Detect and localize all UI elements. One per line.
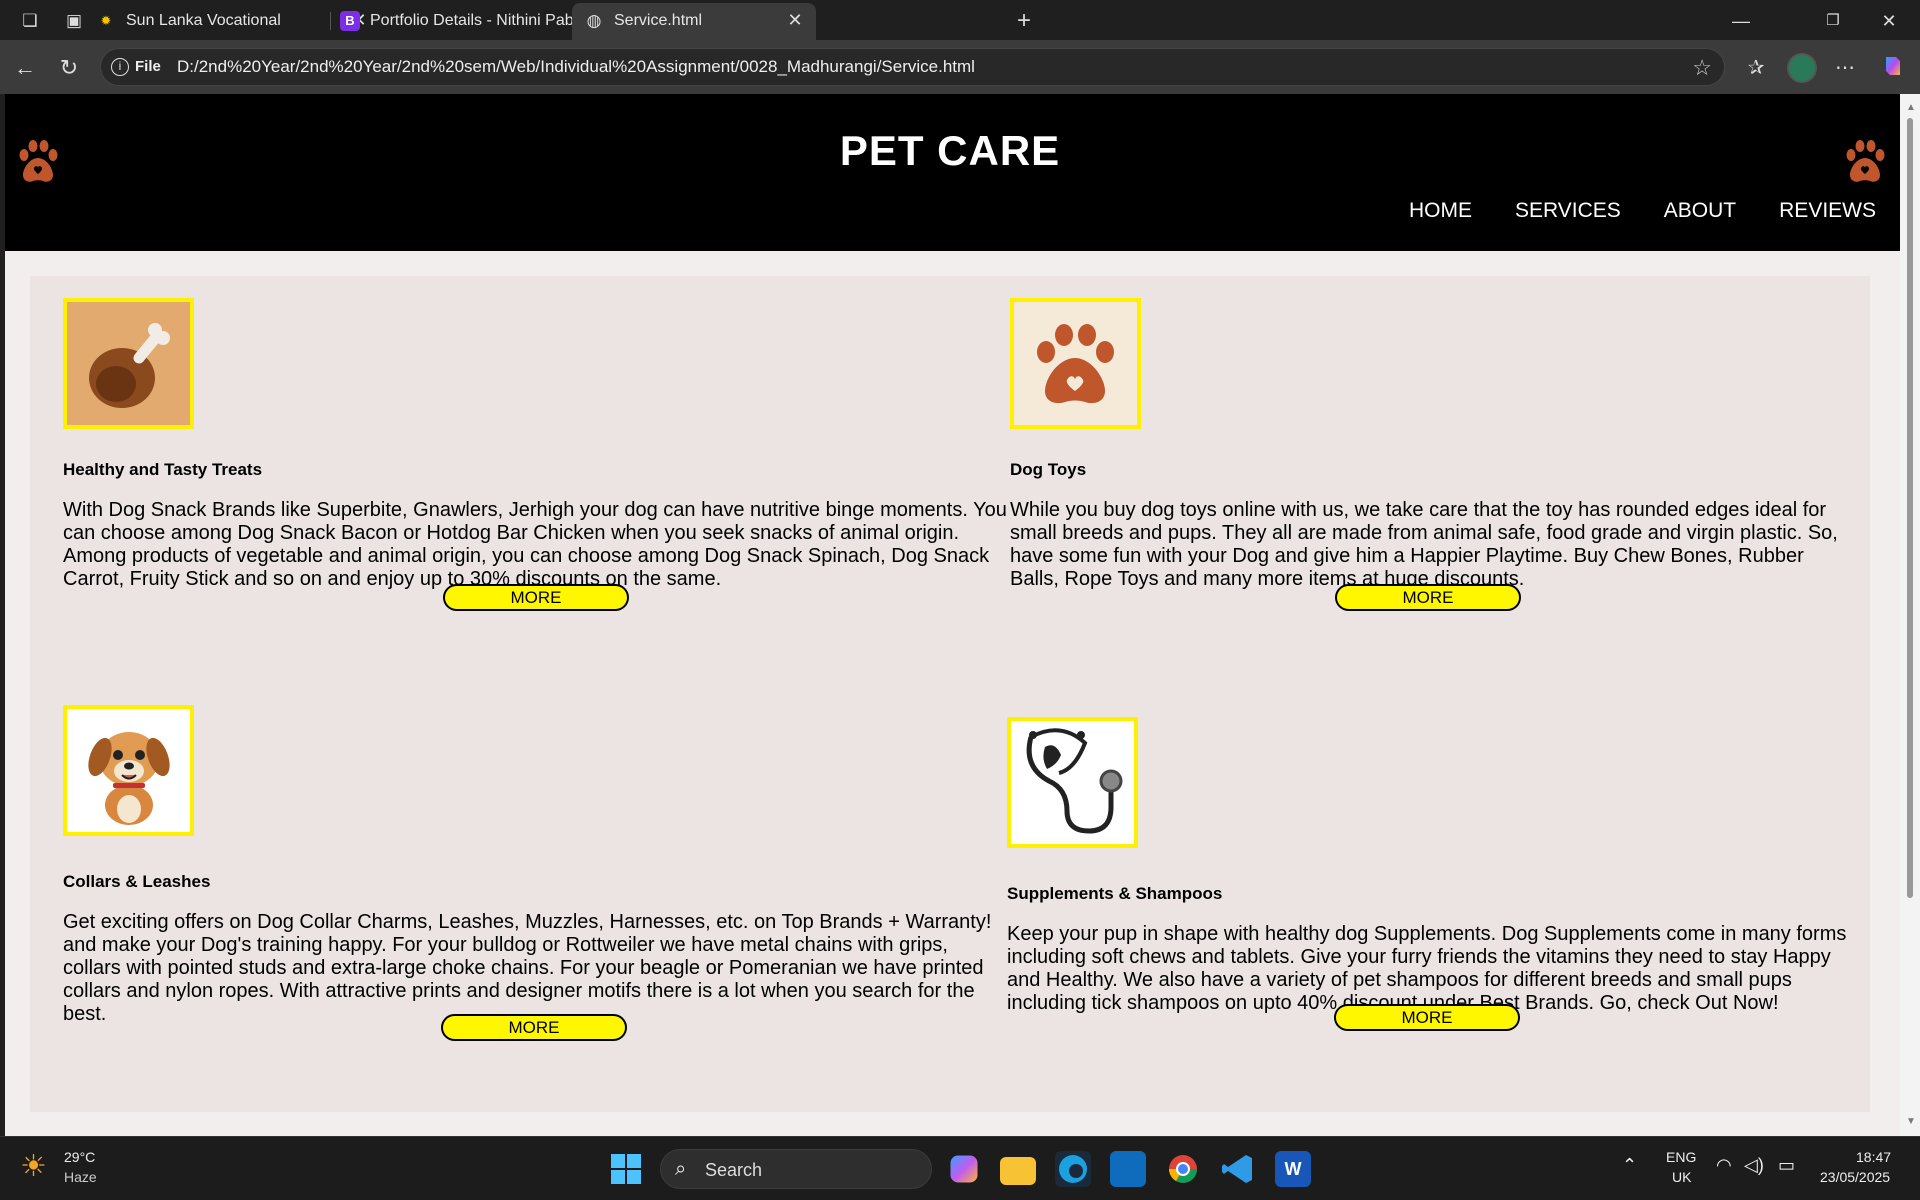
site-header: PET CARE HOME SERVICES ABOUT REVIEWS — [5, 94, 1900, 251]
puppy-icon — [63, 705, 194, 836]
service-card-collars: Collars & Leashes Get exciting offers on… — [63, 705, 1008, 1105]
refresh-icon[interactable]: ↻ — [54, 53, 84, 83]
address-bar[interactable]: i File D:/2nd%20Year/2nd%20Year/2nd%20se… — [100, 48, 1725, 86]
language-code[interactable]: ENG — [1666, 1149, 1696, 1165]
weather-temp[interactable]: 29°C — [64, 1149, 95, 1165]
more-button[interactable]: MORE — [1334, 1004, 1520, 1031]
battery-icon[interactable]: ▭ — [1778, 1155, 1795, 1176]
restore-icon[interactable]: ❐ — [1810, 4, 1856, 38]
edge-icon[interactable] — [1055, 1151, 1091, 1187]
more-button[interactable]: MORE — [443, 584, 629, 611]
nav-services[interactable]: SERVICES — [1515, 199, 1621, 223]
service-text: Get exciting offers on Dog Collar Charms… — [63, 911, 992, 1025]
page-title: PET CARE — [839, 127, 1061, 174]
paw-heart-icon — [1010, 298, 1141, 429]
paw-logo-icon — [1846, 140, 1885, 182]
scroll-down-icon[interactable]: ▼ — [1906, 1116, 1916, 1127]
nav-home[interactable]: HOME — [1409, 199, 1472, 223]
sun-icon: ✹ — [100, 13, 112, 28]
wifi-icon[interactable]: ◠ — [1716, 1155, 1732, 1176]
minimize-icon[interactable]: — — [1718, 4, 1764, 38]
nav-reviews[interactable]: REVIEWS — [1779, 199, 1876, 223]
chrome-icon[interactable] — [1165, 1151, 1201, 1187]
toolbar: ← ↻ i File D:/2nd%20Year/2nd%20Year/2nd%… — [0, 40, 1920, 94]
info-icon[interactable]: i — [111, 58, 129, 76]
chicken-leg-icon — [63, 298, 194, 429]
workspaces-icon[interactable]: ❏ — [17, 8, 43, 34]
close-tab-icon[interactable]: ✕ — [784, 10, 806, 31]
back-icon[interactable]: ← — [10, 53, 40, 83]
close-window-icon[interactable]: ✕ — [1866, 4, 1912, 38]
service-text: Keep your pup in shape with healthy dog … — [1007, 923, 1847, 1014]
avatar[interactable] — [1787, 53, 1817, 83]
more-button[interactable]: MORE — [441, 1014, 627, 1041]
tab-service[interactable]: ◍ Service.html ✕ — [572, 3, 816, 40]
copilot-app-icon[interactable] — [950, 1155, 978, 1183]
clock-date[interactable]: 23/05/2025 — [1820, 1169, 1890, 1185]
favorites-icon[interactable]: ✰ — [1741, 53, 1771, 83]
language-region[interactable]: UK — [1672, 1169, 1691, 1185]
service-card-toys: Dog Toys While you buy dog toys online w… — [1010, 298, 1850, 678]
nav-about[interactable]: ABOUT — [1664, 199, 1736, 223]
scrollbar[interactable]: ▲ ▼ — [1900, 94, 1920, 1136]
more-button[interactable]: MORE — [1335, 584, 1521, 611]
service-heading: Supplements & Shampoos — [1007, 884, 1223, 903]
service-card-treats: Healthy and Tasty Treats With Dog Snack … — [63, 298, 1008, 678]
new-tab-icon[interactable]: + — [1011, 8, 1037, 34]
search-placeholder: Search — [705, 1160, 763, 1180]
tray-overflow-icon[interactable]: ⌃ — [1622, 1155, 1637, 1176]
service-heading: Collars & Leashes — [63, 872, 211, 891]
scroll-thumb[interactable] — [1907, 118, 1913, 898]
scheme-label: File — [135, 58, 161, 75]
page-viewport: PET CARE HOME SERVICES ABOUT REVIEWS Hea… — [5, 94, 1900, 1136]
windows-start-icon[interactable] — [608, 1151, 644, 1187]
browser-window: ❏ ▣ ✹ Sun Lanka Vocational ✕ B Portfolio… — [0, 0, 1920, 1200]
word-icon[interactable]: W — [1275, 1151, 1311, 1187]
clock-time[interactable]: 18:47 — [1856, 1149, 1891, 1165]
taskbar-search[interactable]: ⌕ Search — [660, 1149, 932, 1189]
outlook-icon[interactable] — [1110, 1151, 1146, 1187]
weather-haze-icon[interactable]: ☀ — [20, 1149, 56, 1185]
bootstrap-icon: B — [340, 11, 360, 31]
weather-desc[interactable]: Haze — [64, 1169, 97, 1185]
more-icon[interactable]: ⋯ — [1830, 53, 1860, 83]
services-panel: Healthy and Tasty Treats With Dog Snack … — [30, 276, 1870, 1112]
scroll-up-icon[interactable]: ▲ — [1906, 102, 1916, 113]
service-text: With Dog Snack Brands like Superbite, Gn… — [63, 499, 1007, 590]
service-heading: Dog Toys — [1010, 460, 1087, 479]
main-nav: HOME SERVICES ABOUT REVIEWS — [1409, 199, 1876, 223]
file-explorer-icon[interactable] — [1000, 1157, 1036, 1185]
tab-bar: ❏ ▣ ✹ Sun Lanka Vocational ✕ B Portfolio… — [0, 0, 1920, 40]
taskbar: ☀ 29°C Haze ⌕ Search W ⌃ ENG UK ◠ ◁) ▭ 1… — [0, 1136, 1920, 1200]
stethoscope-icon — [1007, 717, 1138, 848]
tab-title: Sun Lanka Vocational — [126, 12, 281, 29]
service-text: While you buy dog toys online with us, w… — [1010, 499, 1838, 590]
copilot-icon[interactable] — [1878, 53, 1908, 83]
search-icon: ⌕ — [675, 1158, 687, 1180]
url-text[interactable]: D:/2nd%20Year/2nd%20Year/2nd%20sem/Web/I… — [177, 57, 975, 77]
tab-title: Service.html — [614, 12, 703, 29]
service-heading: Healthy and Tasty Treats — [63, 460, 263, 479]
service-card-supplements: Supplements & Shampoos Keep your pup in … — [1007, 717, 1857, 1107]
globe-icon: ◍ — [586, 11, 602, 30]
tab-title: Portfolio Details - Nithini Pabasara — [370, 12, 586, 29]
favorite-star-icon[interactable]: ☆ — [1692, 55, 1712, 81]
volume-icon[interactable]: ◁) — [1744, 1155, 1764, 1176]
vscode-icon[interactable] — [1220, 1151, 1256, 1187]
